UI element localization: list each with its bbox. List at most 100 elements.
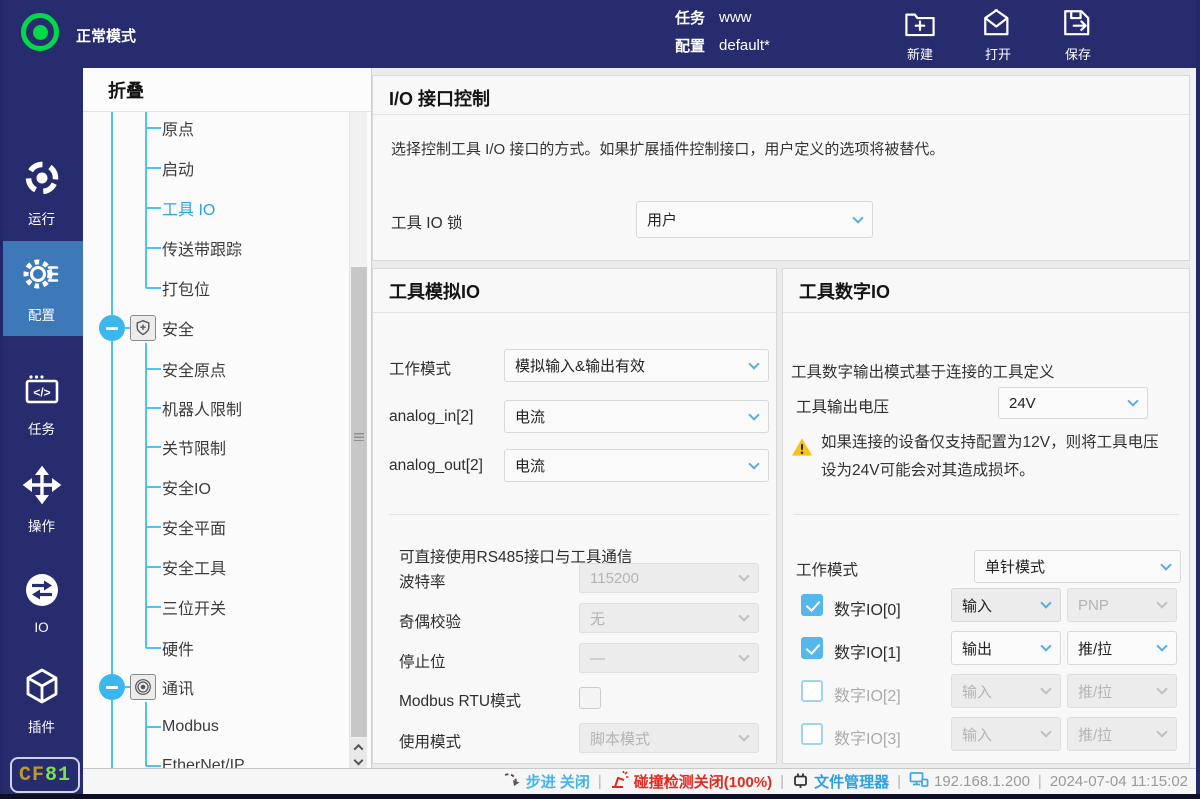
chevron-down-icon xyxy=(1040,640,1051,651)
tree-item-home: 原点 xyxy=(83,115,348,141)
file-manager-button[interactable]: 文件管理器 xyxy=(792,771,889,793)
tree-item-label[interactable]: 机器人限制 xyxy=(162,396,242,420)
analog-work-mode-select[interactable]: 模拟输入&输出有效 xyxy=(504,349,769,382)
tree-item-label[interactable]: 安全原点 xyxy=(162,357,226,381)
collapse-button[interactable]: 折叠 xyxy=(83,68,371,112)
open-button[interactable]: 打开 xyxy=(968,7,1028,63)
tree-item-safety-tool: 安全工具 xyxy=(83,554,348,580)
scroll-down-icon[interactable] xyxy=(353,756,363,766)
tree-item-label[interactable]: 安全 xyxy=(162,316,194,340)
use-mode-label: 使用模式 xyxy=(399,730,461,752)
digital-io-1-checkbox[interactable] xyxy=(801,637,823,659)
digital-work-mode-select[interactable]: 单针模式 xyxy=(974,550,1181,583)
top-bar: 正常模式 任务 www 配置 default* 新建 打开 xyxy=(0,0,1200,68)
tree-scrollbar-track[interactable] xyxy=(349,112,367,738)
analog-in-select[interactable]: 电流 xyxy=(504,400,769,433)
tree-item-label[interactable]: 工具 IO xyxy=(162,196,215,220)
nav-sidebar: 运行 配置 </> 任务 操作 xyxy=(0,68,83,799)
type-value: 推/拉 xyxy=(1078,638,1112,659)
digital-work-mode-value: 单针模式 xyxy=(985,556,1045,577)
tree-item-label[interactable]: 关节限制 xyxy=(162,435,226,459)
tree-item-label[interactable]: 通讯 xyxy=(162,675,194,699)
digital-io-1-type-select[interactable]: 推/拉 xyxy=(1067,631,1177,665)
separator: | xyxy=(1038,773,1042,790)
tool-io-lock-value: 用户 xyxy=(647,209,677,230)
tree-item-tool-io: 工具 IO xyxy=(83,195,348,221)
digital-io-3-checkbox[interactable] xyxy=(801,723,823,745)
tree-item-label[interactable]: 三位开关 xyxy=(162,595,226,619)
save-button[interactable]: 保存 xyxy=(1048,7,1108,63)
digital-io-0-label: 数字IO[0] xyxy=(834,596,901,620)
warning-triangle-icon xyxy=(791,437,813,485)
sidebar-item-task[interactable]: </> 任务 xyxy=(0,355,83,450)
tree-item-hardware: 硬件 xyxy=(83,635,348,661)
scroll-up-icon[interactable] xyxy=(353,744,363,754)
tool-io-lock-select[interactable]: 用户 xyxy=(636,201,873,238)
broadcast-icon xyxy=(130,674,156,700)
chevron-down-icon xyxy=(1156,726,1167,737)
analog-out-select[interactable]: 电流 xyxy=(504,449,769,482)
tree-item-label[interactable]: 安全工具 xyxy=(162,555,226,579)
tree-scroll-buttons xyxy=(349,738,367,770)
sidebar-item-io[interactable]: IO xyxy=(0,555,83,650)
voltage-select[interactable]: 24V xyxy=(998,387,1148,419)
sidebar-item-config[interactable]: 配置 xyxy=(0,241,83,336)
config-value: default* xyxy=(719,37,770,54)
task-label: 任务 xyxy=(675,7,705,28)
tree-item-label[interactable]: 启动 xyxy=(162,156,194,180)
digital-io-0-direction-select[interactable]: 输入 xyxy=(951,588,1061,622)
digital-io-2-checkbox[interactable] xyxy=(801,680,823,702)
tree-item-label[interactable]: 原点 xyxy=(162,116,194,140)
section-title: 工具数字IO xyxy=(799,278,890,304)
separator: | xyxy=(897,773,901,790)
digital-io-3-label: 数字IO[3] xyxy=(834,725,901,749)
badge-number: 81 xyxy=(45,764,71,787)
digital-io-1-direction-select[interactable]: 输出 xyxy=(951,631,1061,665)
task-config-info: 任务 www 配置 default* xyxy=(675,7,770,56)
tree-item-label[interactable]: 硬件 xyxy=(162,636,194,660)
tree-item-label[interactable]: 传送带跟踪 xyxy=(162,236,242,260)
tree-scrollbar-thumb[interactable] xyxy=(351,267,367,737)
device-code-badge[interactable]: CF81 xyxy=(10,757,80,793)
collapse-minus-icon[interactable] xyxy=(99,315,125,341)
sidebar-item-operate[interactable]: 操作 xyxy=(0,452,83,547)
new-button-label: 新建 xyxy=(907,44,933,63)
direction-value: 输入 xyxy=(962,681,992,702)
chevron-down-icon xyxy=(1127,395,1138,406)
new-button[interactable]: 新建 xyxy=(890,7,950,63)
collapse-minus-icon[interactable] xyxy=(99,674,125,700)
tree-group-safety: 安全 xyxy=(83,315,348,341)
direction-value: 输入 xyxy=(962,595,992,616)
digital-io-0-checkbox[interactable] xyxy=(801,594,823,616)
modbus-rtu-label: Modbus RTU模式 xyxy=(399,689,521,711)
tree-item-label[interactable]: 安全平面 xyxy=(162,515,226,539)
tree-item-three-switch: 三位开关 xyxy=(83,594,348,620)
tree-item-safety-io: 安全IO xyxy=(83,474,348,500)
sidebar-item-plugin[interactable]: 插件 xyxy=(0,653,83,748)
tree-item-pack-pos: 打包位 xyxy=(83,275,348,301)
separator: | xyxy=(780,773,784,790)
save-icon xyxy=(1061,7,1095,41)
tool-io-lock-label: 工具 IO 锁 xyxy=(391,211,462,233)
chevron-down-icon xyxy=(738,650,749,661)
chevron-down-icon xyxy=(748,409,759,420)
digital-io-2-label: 数字IO[2] xyxy=(834,682,901,706)
gear-icon xyxy=(22,254,62,297)
chevron-down-icon xyxy=(1040,597,1051,608)
tree-item-label[interactable]: 安全IO xyxy=(162,475,211,499)
step-mode-toggle[interactable]: 步进 关闭 xyxy=(503,771,590,792)
tree-item-label[interactable]: Modbus xyxy=(162,718,219,736)
tool-analog-io-section: 工具模拟IO 工作模式 模拟输入&输出有效 analog_in[2] 电流 an… xyxy=(372,268,777,764)
sidebar-item-run[interactable]: 运行 xyxy=(0,145,83,240)
collision-label: 碰撞检测关闭(100%) xyxy=(634,771,772,792)
status-bar: 步进 关闭 | 碰撞检测关闭(100%) | 文件管理器 | xyxy=(83,768,1200,794)
chevron-down-icon xyxy=(852,212,863,223)
ip-address: 192.168.1.200 xyxy=(934,773,1030,790)
collision-detect-toggle[interactable]: 碰撞检测关闭(100%) xyxy=(610,771,772,793)
mode-indicator-icon[interactable] xyxy=(21,13,59,51)
sidebar-item-operate-label: 操作 xyxy=(28,515,55,535)
tree-item-label[interactable]: 打包位 xyxy=(162,276,210,300)
chevron-down-icon xyxy=(1040,683,1051,694)
io-interface-control-section: I/O 接口控制 选择控制工具 I/O 接口的方式。如果扩展插件控制接口，用户定… xyxy=(372,75,1190,261)
sidebar-item-run-label: 运行 xyxy=(28,208,55,228)
